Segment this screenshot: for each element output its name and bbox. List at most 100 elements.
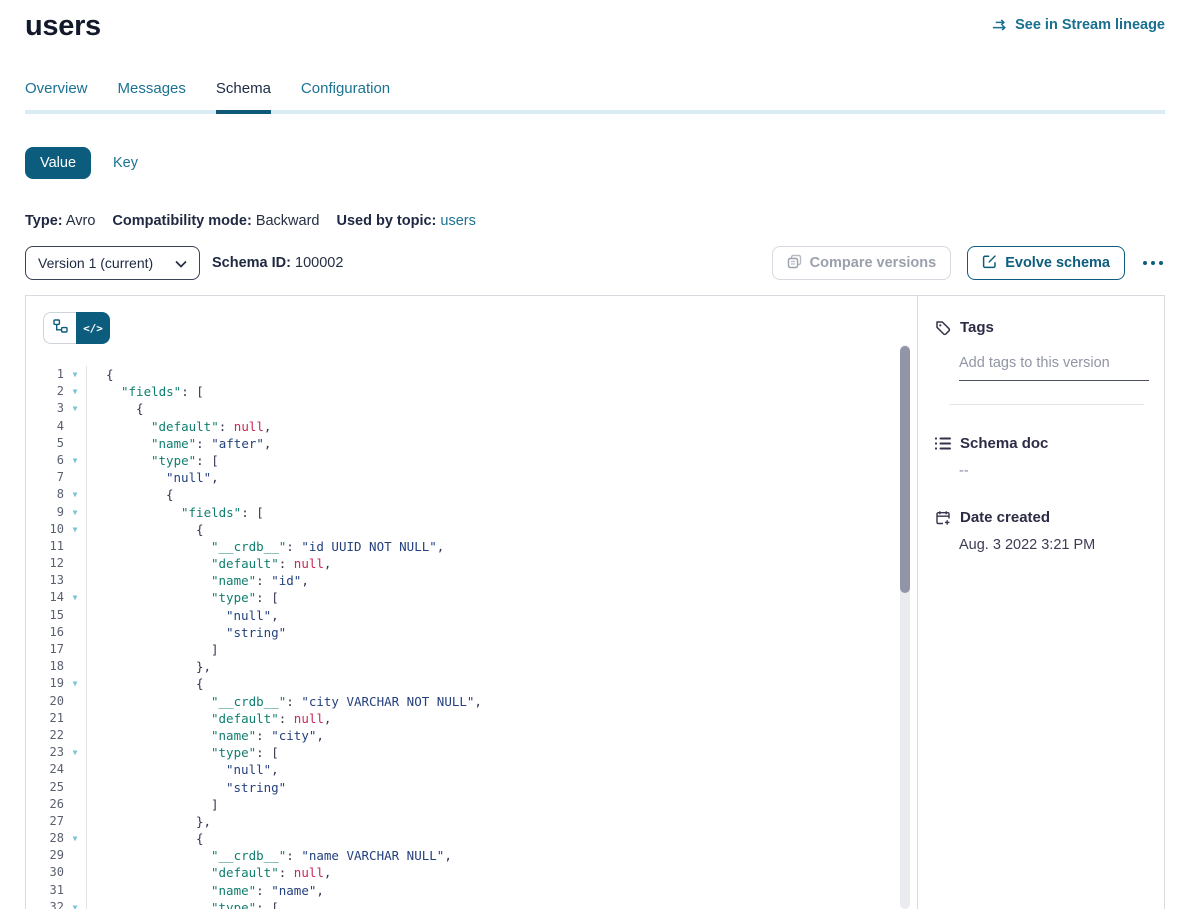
code-line: 25"string" [26,779,897,796]
code-text: "name": "id", [87,572,309,589]
more-options-dot [1151,261,1155,265]
version-bar: Version 1 (current) Schema ID: 100002 [25,246,1165,280]
more-options-dot [1159,261,1163,265]
compatibility-value: Backward [256,213,320,229]
calendar-plus-icon [935,510,951,526]
collapse-arrow-placeholder [64,710,86,727]
compatibility-meta: Compatibility mode: Backward [112,213,319,229]
collapse-arrow-icon[interactable]: ▼ [64,589,86,606]
collapse-arrow-icon[interactable]: ▼ [64,899,86,909]
see-in-stream-lineage-link[interactable]: See in Stream lineage [992,17,1165,33]
collapse-arrow-placeholder [64,864,86,881]
value-toggle-button[interactable]: Value [25,147,91,179]
collapse-arrow-placeholder [64,641,86,658]
code-lines: 1▼{2▼"fields": [3▼{4"default": null,5"na… [26,366,897,909]
add-tags-input[interactable] [959,355,1149,381]
code-line: 11"__crdb__": "id UUID NOT NULL", [26,538,897,555]
version-select[interactable]: Version 1 (current) [25,246,200,280]
compatibility-label: Compatibility mode: [112,213,251,229]
code-text: "name": "after", [87,435,271,452]
edit-icon [982,254,997,273]
code-line: 16"string" [26,624,897,641]
collapse-arrow-icon[interactable]: ▼ [64,366,86,383]
code-text: { [87,366,114,383]
collapse-arrow-icon[interactable]: ▼ [64,383,86,400]
code-view-button[interactable]: </> [76,312,110,344]
code-text: "null", [87,761,279,778]
line-number: 25 [26,779,64,796]
schema-id-value: 100002 [295,255,343,271]
tab-messages[interactable]: Messages [118,80,186,114]
editor-scrollbar-thumb[interactable] [900,346,910,593]
more-options-button[interactable] [1141,255,1165,271]
collapse-arrow-placeholder [64,418,86,435]
line-number: 1 [26,366,64,383]
line-number: 18 [26,658,64,675]
schema-id: Schema ID: 100002 [212,255,343,271]
tab-overview[interactable]: Overview [25,80,88,114]
collapse-arrow-placeholder [64,813,86,830]
collapse-arrow-icon[interactable]: ▼ [64,744,86,761]
line-number: 19 [26,675,64,692]
code-text: { [87,400,144,417]
collapse-arrow-placeholder [64,847,86,864]
schema-meta-row: Type: Avro Compatibility mode: Backward … [25,213,1165,229]
tabs-bar: Overview Messages Schema Configuration [25,80,1165,114]
schema-panel: </> 1▼{2▼"fields": [3▼{4"default": null,… [25,295,1165,909]
code-line: 12"default": null, [26,555,897,572]
editor-scrollbar[interactable] [900,345,910,909]
code-text: { [87,675,204,692]
collapse-arrow-icon[interactable]: ▼ [64,486,86,503]
date-created-header: Date created [935,509,1152,526]
schema-doc-value: -- [959,463,1152,479]
date-created-value: Aug. 3 2022 3:21 PM [959,537,1152,553]
line-number: 21 [26,710,64,727]
line-number: 31 [26,882,64,899]
tab-schema[interactable]: Schema [216,80,271,114]
collapse-arrow-placeholder [64,572,86,589]
code-line: 28▼{ [26,830,897,847]
code-text: "__crdb__": "city VARCHAR NOT NULL", [87,693,482,710]
line-number: 16 [26,624,64,641]
editor-view-toggle: </> [43,312,110,344]
line-number: 2 [26,383,64,400]
schema-page: users See in Stream lineage Overview Mes… [0,0,1189,909]
collapse-arrow-placeholder [64,882,86,899]
topic-link[interactable]: users [440,213,475,229]
key-toggle-button[interactable]: Key [113,147,138,179]
collapse-arrow-icon[interactable]: ▼ [64,675,86,692]
collapse-arrow-icon[interactable]: ▼ [64,452,86,469]
line-number: 3 [26,400,64,417]
type-label: Type: [25,213,63,229]
code-line: 10▼{ [26,521,897,538]
collapse-arrow-icon[interactable]: ▼ [64,400,86,417]
code-line: 13"name": "id", [26,572,897,589]
tags-section-header: Tags [935,319,1152,336]
collapse-arrow-icon[interactable]: ▼ [64,830,86,847]
code-text: "type": [ [87,744,279,761]
evolve-schema-button[interactable]: Evolve schema [967,246,1125,280]
collapse-arrow-placeholder [64,435,86,452]
code-text: "name": "city", [87,727,324,744]
schema-doc-title: Schema doc [960,435,1048,452]
tree-view-button[interactable] [43,312,76,344]
line-number: 24 [26,761,64,778]
collapse-arrow-icon[interactable]: ▼ [64,504,86,521]
line-number: 4 [26,418,64,435]
collapse-arrow-placeholder [64,658,86,675]
compare-versions-button[interactable]: Compare versions [772,246,952,280]
collapse-arrow-placeholder [64,607,86,624]
line-number: 22 [26,727,64,744]
line-number: 5 [26,435,64,452]
page-title: users [25,10,101,43]
tab-configuration[interactable]: Configuration [301,80,390,114]
schema-code-pane: </> 1▼{2▼"fields": [3▼{4"default": null,… [26,296,918,909]
line-number: 10 [26,521,64,538]
collapse-arrow-placeholder [64,761,86,778]
code-text: "null", [87,607,279,624]
value-key-toggle: Value Key [25,147,1165,179]
code-line: 8▼{ [26,486,897,503]
code-line: 22 "name": "city", [26,727,897,744]
chevron-down-icon [175,255,187,271]
collapse-arrow-icon[interactable]: ▼ [64,521,86,538]
